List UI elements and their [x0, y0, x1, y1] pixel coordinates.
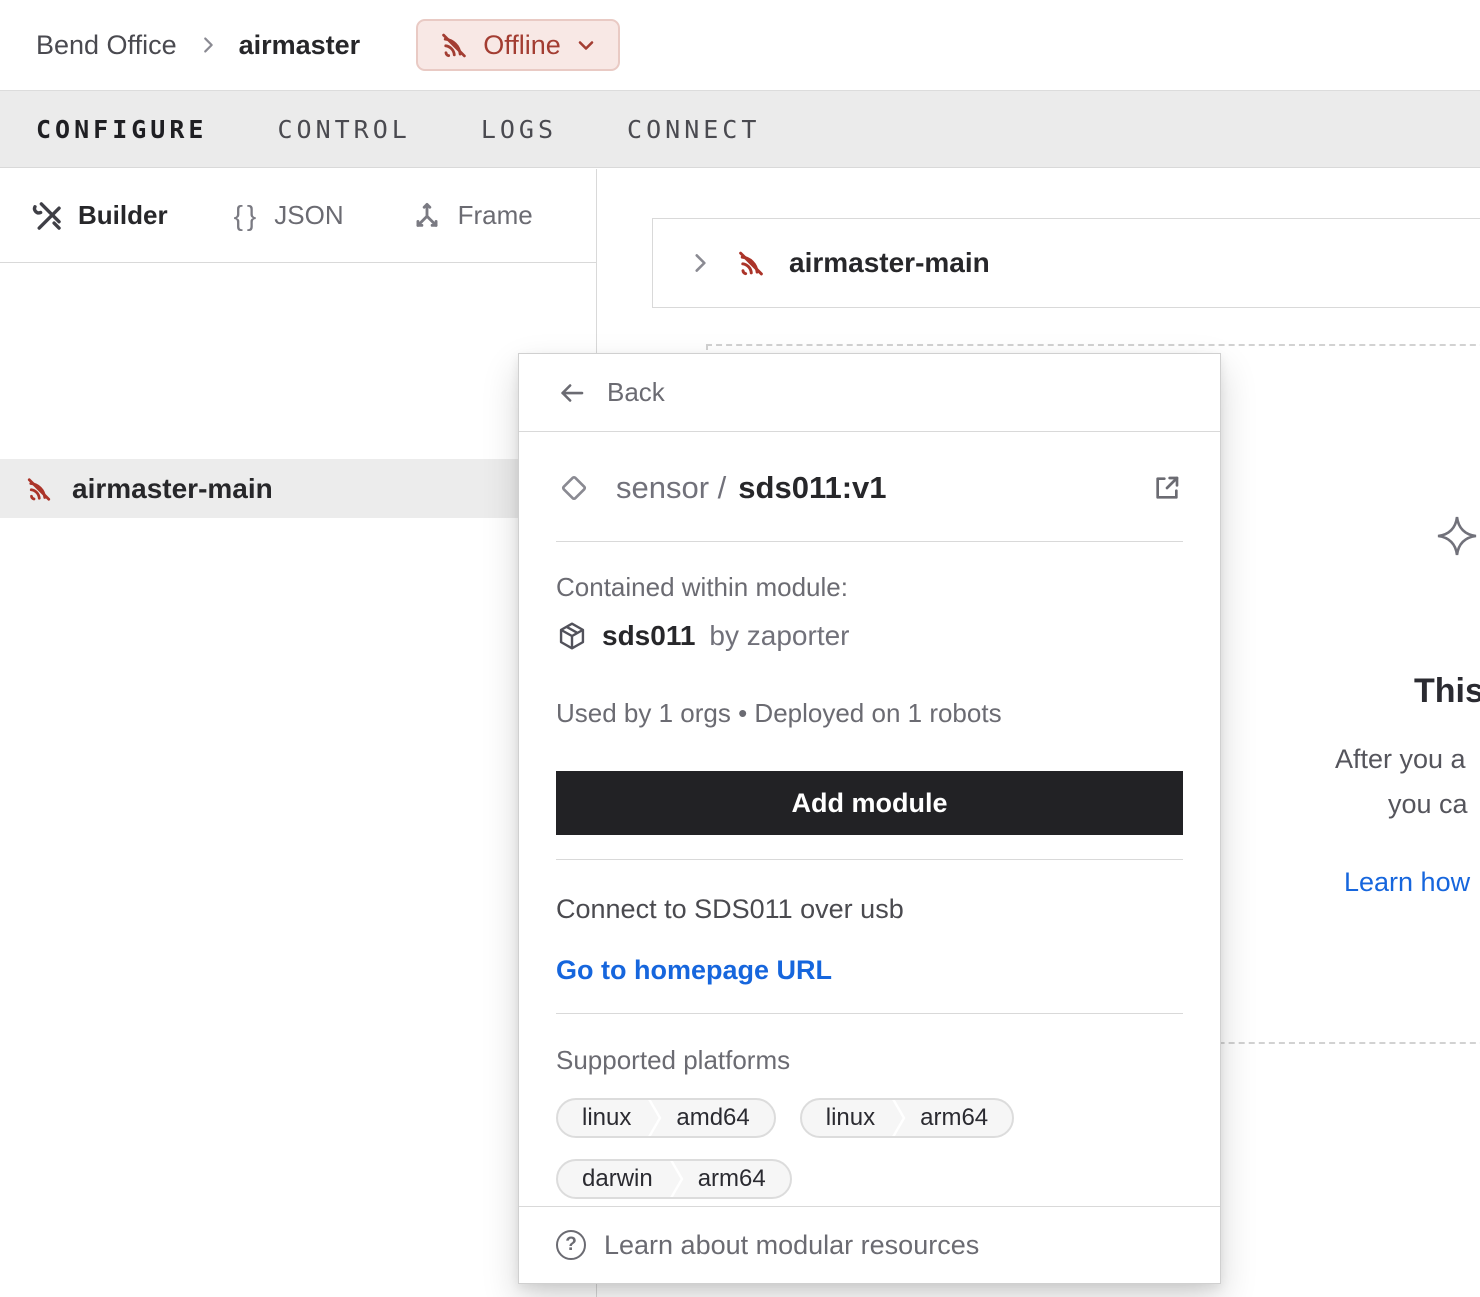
module-author: by zaporter [709, 620, 849, 652]
app-header: Bend Office airmaster Offline [0, 0, 1480, 90]
mode-tab-builder-label: Builder [78, 200, 168, 231]
supported-platforms-label: Supported platforms [556, 1044, 1183, 1076]
breadcrumb-machine: airmaster [239, 30, 361, 61]
frame-axes-icon [410, 199, 444, 233]
platform-os: linux [558, 1104, 647, 1132]
pill-chevron-divider [669, 1159, 684, 1199]
mode-tab-json[interactable]: {} JSON [234, 200, 344, 232]
module-usage-stats: Used by 1 orgs • Deployed on 1 robots [556, 698, 1183, 728]
module-detail-popover: Back sensor / sds011:v1 Contained with [518, 353, 1221, 1284]
tab-connect[interactable]: CONNECT [627, 115, 760, 144]
back-button[interactable]: Back [519, 354, 1220, 432]
platform-arch: arm64 [906, 1104, 1012, 1132]
back-button-label: Back [607, 377, 665, 408]
module-name: sds011 [602, 620, 695, 652]
diamond-icon [556, 470, 592, 506]
module-title-row: sensor / sds011:v1 [556, 460, 1183, 516]
wifi-off-icon [438, 29, 470, 61]
config-sidebar: Builder {} JSON Frame [0, 169, 597, 1297]
module-api-label: sensor / [616, 470, 726, 506]
status-badge-label: Offline [483, 30, 561, 61]
mode-tab-json-label: JSON [274, 200, 343, 231]
empty-state-text-line1: After you a [1335, 744, 1466, 775]
mode-tab-builder[interactable]: Builder [30, 199, 168, 233]
tab-configure[interactable]: CONFIGURE [36, 115, 207, 144]
tools-icon [30, 199, 64, 233]
mode-tab-frame-label: Frame [458, 200, 533, 231]
platform-pill: darwin arm64 [556, 1159, 792, 1199]
learn-how-link[interactable]: Learn how [1344, 867, 1470, 898]
sparkle-icon [1433, 512, 1480, 560]
platform-pill: linux arm64 [800, 1098, 1014, 1138]
platform-pill-list: linux amd64 linux arm64 darwin arm64 [556, 1098, 1116, 1199]
chevron-down-icon [574, 33, 598, 57]
tab-logs[interactable]: LOGS [481, 115, 557, 144]
contained-within-label: Contained within module: [556, 572, 1183, 602]
learn-modular-resources-link[interactable]: ? Learn about modular resources [519, 1206, 1220, 1283]
divider [556, 859, 1183, 860]
platform-os: linux [802, 1104, 891, 1132]
arrow-left-icon [557, 378, 587, 408]
add-module-button[interactable]: Add module [556, 771, 1183, 835]
module-detail-body: sensor / sds011:v1 Contained within modu… [519, 460, 1220, 1199]
platform-os: darwin [558, 1165, 669, 1193]
wifi-off-icon [24, 474, 54, 504]
platform-arch: arm64 [684, 1165, 790, 1193]
empty-state-title: This [1414, 672, 1480, 711]
machine-status-dropdown[interactable]: Offline [416, 19, 620, 71]
mode-tab-frame[interactable]: Frame [410, 199, 533, 233]
module-name-row: sds011 by zaporter [556, 616, 1183, 656]
question-circle-icon: ? [556, 1230, 586, 1260]
machine-part-name: airmaster-main [789, 247, 990, 279]
platform-arch: amd64 [662, 1104, 773, 1132]
sidebar-resource-row[interactable]: airmaster-main + [0, 459, 597, 518]
pill-chevron-divider [647, 1098, 662, 1138]
module-model-label: sds011:v1 [738, 470, 886, 506]
chevron-right-icon [687, 250, 713, 276]
module-description: Connect to SDS011 over usb [556, 892, 1183, 926]
divider [556, 1013, 1183, 1014]
breadcrumb-org[interactable]: Bend Office [36, 30, 177, 61]
sidebar-resource-name: airmaster-main [72, 473, 273, 505]
braces-icon: {} [234, 200, 261, 232]
breadcrumb-chevron-icon [197, 34, 219, 56]
tab-control[interactable]: CONTROL [277, 115, 410, 144]
config-mode-tabs: Builder {} JSON Frame [0, 169, 596, 263]
package-cube-icon [556, 620, 588, 652]
learn-modular-resources-label: Learn about modular resources [604, 1230, 979, 1261]
pill-chevron-divider [891, 1098, 906, 1138]
homepage-url-link[interactable]: Go to homepage URL [556, 953, 832, 987]
external-link-icon[interactable] [1151, 472, 1183, 504]
machine-part-card[interactable]: airmaster-main [652, 218, 1480, 308]
top-nav-tabs: CONFIGURE CONTROL LOGS CONNECT [0, 90, 1480, 168]
empty-state-text-line2: you ca [1388, 789, 1468, 820]
machine-configure-page: Bend Office airmaster Offline CONFIGURE … [0, 0, 1480, 1297]
wifi-off-icon [735, 247, 767, 279]
divider [556, 541, 1183, 542]
platform-pill: linux amd64 [556, 1098, 776, 1138]
